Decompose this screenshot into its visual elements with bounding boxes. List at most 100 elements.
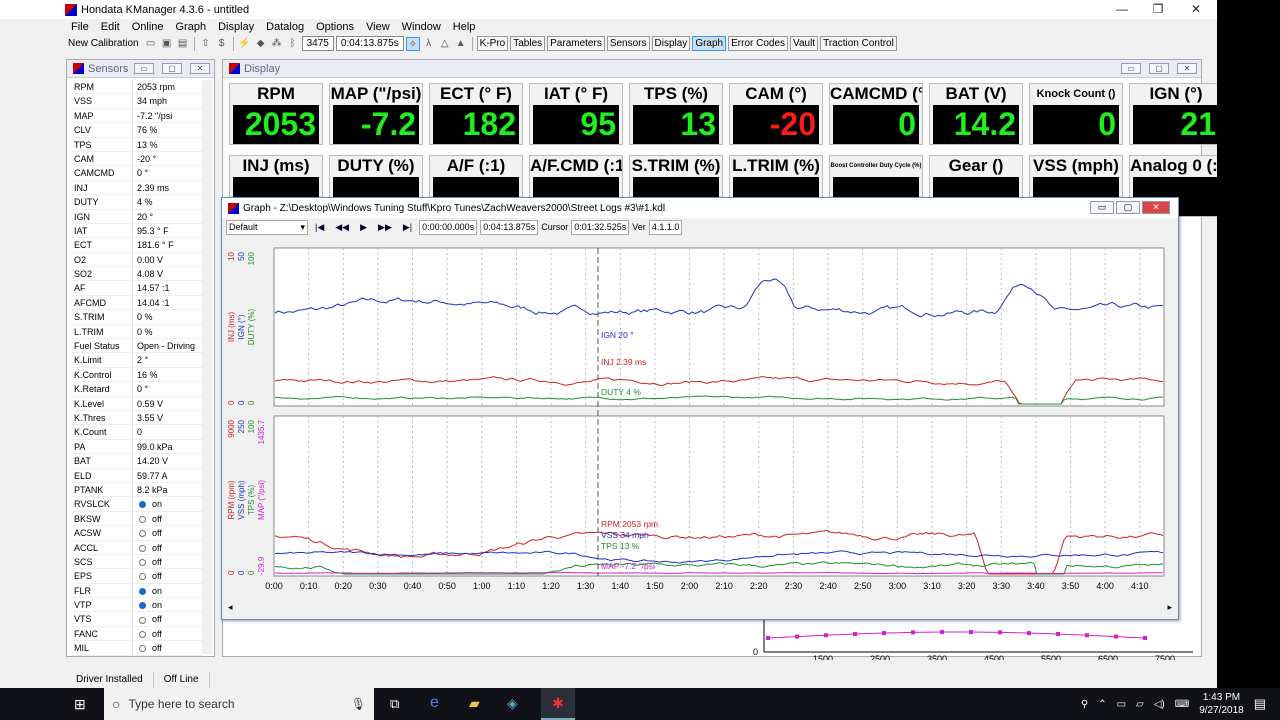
- minimize-icon[interactable]: ▭: [134, 63, 154, 74]
- sensor-row: L.TRIM 0 %: [71, 324, 203, 340]
- graph-window: Graph - Z:\Desktop\Windows Tuning Stuff\…: [221, 197, 1179, 620]
- save-icon[interactable]: ▣: [160, 37, 174, 51]
- last-icon[interactable]: ▶|: [399, 222, 416, 233]
- graph-button[interactable]: Graph: [692, 36, 727, 51]
- graph-minimize-button[interactable]: ▭: [1090, 201, 1114, 214]
- task-view-icon[interactable]: ⧉: [390, 696, 399, 712]
- microphone-icon[interactable]: 🎙: [351, 697, 366, 711]
- menu-display[interactable]: Display: [212, 19, 260, 35]
- gauge-value: -7.2: [333, 105, 419, 144]
- menu-options[interactable]: Options: [310, 19, 360, 35]
- parameters-button[interactable]: Parameters: [547, 36, 605, 51]
- dollar-icon[interactable]: $: [215, 37, 229, 51]
- traction-control-button[interactable]: Traction Control: [820, 36, 897, 51]
- nodes-icon[interactable]: ⁂: [270, 37, 284, 51]
- wand-icon[interactable]: ✧: [405, 36, 420, 51]
- tables-button[interactable]: Tables: [510, 36, 546, 51]
- diamond-icon[interactable]: ◆: [254, 37, 268, 51]
- edge-icon[interactable]: e: [430, 694, 439, 712]
- triangle-star-icon[interactable]: ▲: [454, 37, 468, 51]
- new-calibration-button[interactable]: New Calibration: [65, 36, 142, 51]
- sensor-scrollbar[interactable]: [202, 80, 212, 654]
- sensors-button[interactable]: Sensors: [606, 36, 650, 51]
- x-tick-label: 4:00: [1096, 581, 1114, 591]
- upload-icon[interactable]: ▤: [176, 37, 190, 51]
- menu-view[interactable]: View: [360, 19, 396, 35]
- play-icon[interactable]: ▶: [356, 222, 371, 233]
- close-button[interactable]: ✕: [1178, 0, 1214, 19]
- menu-window[interactable]: Window: [396, 19, 447, 35]
- ver-field: 4.1.1.0: [648, 219, 683, 235]
- clock-time: 1:43 PM: [1202, 692, 1241, 703]
- gauge-label: L.TRIM (%): [732, 156, 820, 175]
- scroll-right-icon[interactable]: ▸: [1167, 602, 1172, 613]
- sensor-name: DUTY: [71, 195, 133, 209]
- forward-icon[interactable]: ▶▶: [374, 222, 396, 233]
- close-icon[interactable]: ✕: [190, 63, 210, 74]
- sensor-name: VSS: [71, 94, 133, 108]
- menu-datalog[interactable]: Datalog: [260, 19, 310, 35]
- battery-icon[interactable]: ▭: [1117, 699, 1126, 710]
- menu-help[interactable]: Help: [447, 19, 482, 35]
- maximize-icon[interactable]: ▢: [1149, 63, 1169, 74]
- volume-icon[interactable]: ◁): [1154, 699, 1165, 710]
- chevron-up-icon[interactable]: ⌃: [1098, 699, 1106, 710]
- people-icon[interactable]: ⚲: [1081, 699, 1088, 710]
- error-codes-button[interactable]: Error Codes: [728, 36, 789, 51]
- bottom-plot: [273, 415, 1165, 577]
- graph-close-button[interactable]: ✕: [1142, 201, 1170, 214]
- minimize-icon[interactable]: ▭: [1121, 63, 1141, 74]
- kpro-button[interactable]: K-Pro: [476, 36, 509, 51]
- vault-button[interactable]: Vault: [790, 36, 819, 51]
- x-tick-label: 0:50: [438, 581, 456, 591]
- sensor-name: L.TRIM: [71, 324, 133, 339]
- keyboard-layout-icon[interactable]: ⌨: [1175, 699, 1189, 710]
- maximize-button[interactable]: ❐: [1140, 0, 1176, 19]
- menu-online[interactable]: Online: [126, 19, 170, 35]
- switch-row: SCS off: [71, 554, 203, 570]
- sensor-name: AF: [71, 281, 133, 295]
- network-icon[interactable]: ▱: [1136, 699, 1144, 710]
- sensor-row: VSS 34 mph: [71, 94, 203, 109]
- bluetooth-icon[interactable]: ᛒ: [286, 37, 300, 51]
- cursor-label-tps: TPS 13 %: [601, 541, 640, 551]
- gauge-label: Knock Count (): [1036, 88, 1116, 100]
- menu-file[interactable]: File: [65, 19, 95, 35]
- switch-row: VTS off: [71, 612, 203, 627]
- notifications-icon[interactable]: ▤: [1254, 696, 1266, 712]
- sensor-row: ELD 59.77 A: [71, 468, 203, 483]
- lambda-icon[interactable]: λ: [422, 37, 436, 51]
- graph-maximize-button[interactable]: ▢: [1116, 201, 1140, 214]
- windows-start-icon[interactable]: ⊞: [74, 696, 86, 713]
- lightning-icon[interactable]: ⚡: [238, 37, 252, 51]
- clock[interactable]: 1:43 PM 9/27/2018: [1199, 691, 1244, 717]
- file-explorer-icon[interactable]: ▰: [469, 695, 480, 712]
- triangle-lambda-icon[interactable]: △: [438, 37, 452, 51]
- sensor-name: K.Count: [71, 425, 133, 439]
- menu-edit[interactable]: Edit: [95, 19, 126, 35]
- kmanager-taskbar-icon[interactable]: ✱: [541, 688, 575, 720]
- graph-plot-area[interactable]: 0:00 0:10 0:20 0:30 0:40 0:50 1:00 1:10 1:20 1:30…: [222, 238, 1178, 602]
- display-button[interactable]: Display: [651, 36, 691, 51]
- sensor-row: MAP -7.2 "/psi: [71, 108, 203, 124]
- menu-graph[interactable]: Graph: [170, 19, 213, 35]
- taskbar-search[interactable]: ○ Type here to search 🎙: [104, 688, 374, 720]
- first-icon[interactable]: |◀: [311, 222, 328, 233]
- graph-hscrollbar[interactable]: ◂ ▸: [226, 602, 1174, 614]
- sensor-value: 0: [137, 427, 143, 438]
- keyboard-icon[interactable]: ◈: [507, 695, 518, 712]
- scroll-left-icon[interactable]: ◂: [228, 602, 233, 613]
- rewind-icon[interactable]: ◀◀: [331, 222, 353, 233]
- x-tick-label: 0:20: [334, 581, 352, 591]
- cursor-time-field: 0:01:32.525s: [571, 219, 630, 235]
- gauge-row1-1: MAP ("/psi) -7.2: [329, 83, 423, 145]
- switch-name: SCS: [71, 554, 133, 569]
- arrow-up-icon[interactable]: ⇧: [199, 37, 213, 51]
- sensor-row: CLV 76 %: [71, 123, 203, 138]
- minimize-button[interactable]: —: [1104, 0, 1140, 19]
- open-folder-icon[interactable]: ▭: [144, 37, 158, 51]
- close-icon[interactable]: ✕: [1177, 63, 1197, 74]
- y-axis-min: 0: [227, 570, 236, 575]
- preset-dropdown[interactable]: Default ▾: [226, 219, 308, 235]
- maximize-icon[interactable]: ▢: [162, 63, 182, 74]
